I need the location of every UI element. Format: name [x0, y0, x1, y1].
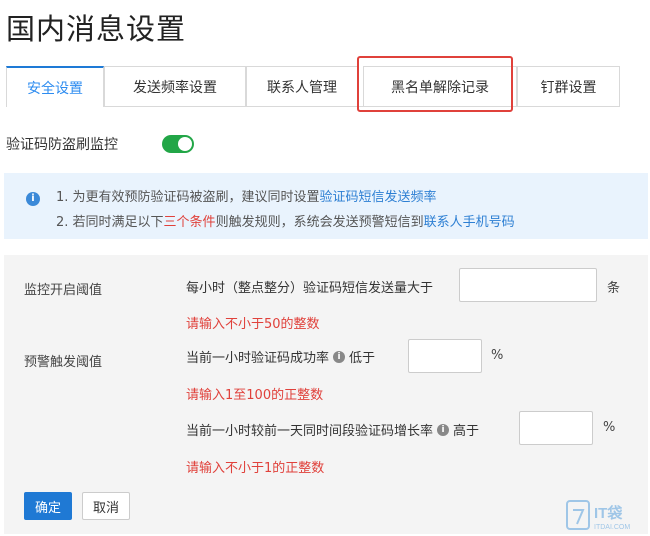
rule-3-comparator: 高于	[453, 424, 480, 439]
watermark-logo-icon: IT袋 ITDAI.COM	[566, 500, 630, 531]
rule-2-text: 当前一小时验证码成功率	[186, 351, 330, 366]
tab-dingtalk-group[interactable]: 钉群设置	[517, 66, 620, 106]
three-conditions-text: 三个条件	[163, 215, 216, 230]
send-frequency-link[interactable]: 验证码短信发送频率	[320, 190, 437, 205]
success-rate-info-icon[interactable]: i	[333, 350, 346, 363]
growth-rate-info-icon[interactable]: i	[437, 423, 450, 436]
success-rate-input[interactable]	[408, 339, 482, 373]
monitor-toggle[interactable]	[162, 135, 194, 153]
rule-1-text: 每小时（整点整分）验证码短信发送量大于	[186, 281, 434, 296]
watermark-subtext: ITDAI.COM	[594, 524, 630, 531]
alert-threshold-label: 预警触发阈值	[24, 355, 103, 370]
rule-1-unit: 条	[607, 281, 621, 296]
contact-phone-link[interactable]: 联系人手机号码	[424, 215, 515, 230]
send-volume-input[interactable]	[459, 268, 597, 302]
tab-send-frequency[interactable]: 发送频率设置	[104, 66, 246, 106]
tab-highlight-box	[357, 56, 513, 112]
rule-3-error: 请输入不小于1的正整数	[186, 461, 325, 476]
tab-contacts[interactable]: 联系人管理	[246, 66, 358, 106]
watermark-logo: IT袋 ITDAI.COM	[566, 498, 646, 532]
rule-2-unit: %	[491, 348, 504, 363]
rule-3-text: 当前一小时较前一天同时间段验证码增长率	[186, 424, 434, 439]
info-icon: i	[26, 192, 40, 206]
info-line-1: 1. 为更有效预防验证码被盗刷，建议同时设置验证码短信发送频率	[56, 186, 437, 205]
info-line-2-prefix: 2. 若同时满足以下	[56, 215, 164, 230]
tab-security[interactable]: 安全设置	[6, 66, 104, 107]
rule-2-comparator: 低于	[349, 351, 376, 366]
info-line-2-mid: 则触发规则，系统会发送预警短信到	[215, 215, 424, 230]
toggle-knob	[178, 137, 192, 151]
monitor-threshold-label: 监控开启阈值	[24, 283, 103, 298]
confirm-button[interactable]: 确定	[24, 492, 72, 520]
watermark-text: IT袋	[594, 504, 623, 522]
info-line-1-text: 1. 为更有效预防验证码被盗刷，建议同时设置	[56, 190, 320, 205]
growth-rate-input[interactable]	[519, 411, 593, 445]
info-line-2: 2. 若同时满足以下三个条件则触发规则，系统会发送预警短信到联系人手机号码	[56, 211, 515, 230]
tab-bar: 安全设置 发送频率设置 联系人管理 黑名单解除记录 钉群设置	[6, 66, 620, 107]
cancel-button[interactable]: 取消	[82, 492, 130, 520]
rule-2-error: 请输入1至100的正整数	[186, 388, 324, 403]
toggle-label: 验证码防盗刷监控	[6, 137, 118, 153]
info-box: i 1. 为更有效预防验证码被盗刷，建议同时设置验证码短信发送频率 2. 若同时…	[4, 173, 648, 239]
page-title: 国内消息设置	[6, 12, 187, 46]
rule-3-unit: %	[603, 420, 616, 435]
rule-1-error: 请输入不小于50的整数	[186, 317, 320, 332]
rule-2-desc: 当前一小时验证码成功率 i 低于	[186, 347, 375, 366]
rule-3-desc: 当前一小时较前一天同时间段验证码增长率 i 高于	[186, 420, 479, 439]
